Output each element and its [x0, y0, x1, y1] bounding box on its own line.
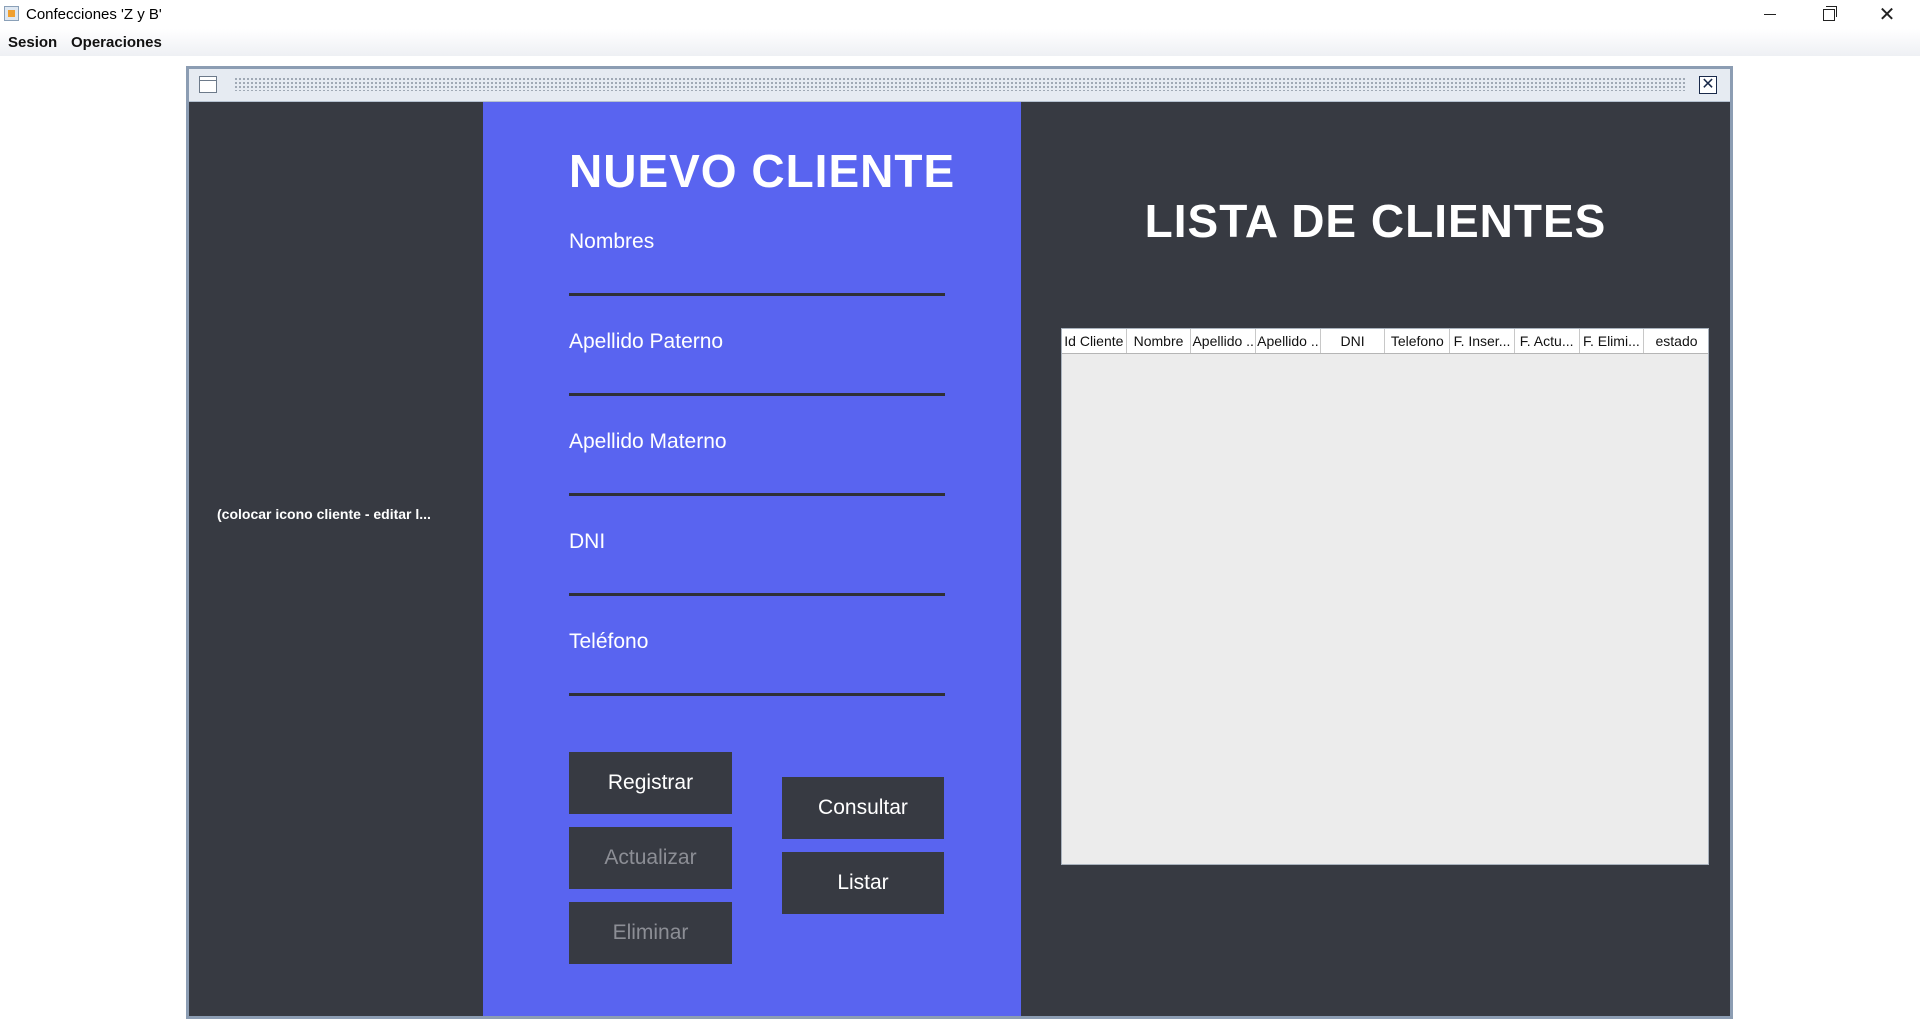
apellido-paterno-label: Apellido Paterno — [569, 330, 724, 353]
clientes-table[interactable]: Id Cliente Nombre Apellido .. Apellido .… — [1061, 328, 1709, 865]
column-header-fecha-actualizacion[interactable]: F. Actu... — [1515, 329, 1580, 353]
nuevo-cliente-form: NUEVO CLIENTE Nombres Apellido Paterno A… — [483, 102, 1021, 1016]
client-icon-panel: (colocar icono cliente - editar l... — [189, 102, 483, 1016]
actualizar-button[interactable]: Actualizar — [569, 827, 732, 889]
registrar-button[interactable]: Registrar — [569, 752, 732, 814]
listar-button[interactable]: Listar — [782, 852, 944, 914]
menu-operaciones[interactable]: Operaciones — [65, 32, 168, 53]
window-title-bar: Confecciones 'Z y B' ✕ — [0, 0, 1920, 29]
lista-clientes-panel: LISTA DE CLIENTES Id Cliente Nombre Apel… — [1021, 102, 1730, 1016]
menu-sesion[interactable]: Sesion — [2, 32, 63, 53]
form-title: NUEVO CLIENTE — [569, 145, 956, 197]
telefono-label: Teléfono — [569, 630, 649, 653]
dni-label: DNI — [569, 530, 606, 553]
table-header: Id Cliente Nombre Apellido .. Apellido .… — [1062, 329, 1708, 354]
frame-content: (colocar icono cliente - editar l... NUE… — [189, 102, 1730, 1016]
column-header-telefono[interactable]: Telefono — [1385, 329, 1451, 353]
column-header-fecha-insercion[interactable]: F. Inser... — [1450, 329, 1515, 353]
client-icon-placeholder: (colocar icono cliente - editar l... — [217, 506, 431, 522]
window-title: Confecciones 'Z y B' — [26, 6, 162, 23]
dni-field[interactable] — [569, 562, 945, 596]
telefono-field[interactable] — [569, 662, 945, 696]
column-header-apellido-materno[interactable]: Apellido .. — [1256, 329, 1321, 353]
table-body[interactable] — [1062, 354, 1708, 864]
column-header-dni[interactable]: DNI — [1321, 329, 1386, 353]
frame-close-icon[interactable]: ✕ — [1699, 76, 1717, 94]
minimize-icon[interactable] — [1741, 0, 1799, 29]
column-header-apellido-paterno[interactable]: Apellido .. — [1191, 329, 1257, 353]
apellido-materno-field[interactable] — [569, 462, 945, 496]
apellido-materno-label: Apellido Materno — [569, 430, 727, 453]
internal-frame-title-bar[interactable]: ✕ — [189, 69, 1730, 102]
menu-bar: Sesion Operaciones — [0, 29, 1920, 56]
java-app-icon — [4, 6, 19, 21]
close-icon[interactable]: ✕ — [1858, 0, 1916, 29]
column-header-fecha-eliminacion[interactable]: F. Elimi... — [1580, 329, 1645, 353]
restore-icon[interactable] — [1800, 0, 1858, 29]
eliminar-button[interactable]: Eliminar — [569, 902, 732, 964]
column-header-estado[interactable]: estado — [1644, 329, 1709, 353]
nombres-field[interactable] — [569, 262, 945, 296]
column-header-nombre[interactable]: Nombre — [1127, 329, 1192, 353]
apellido-paterno-field[interactable] — [569, 362, 945, 396]
frame-window-icon — [199, 76, 217, 93]
list-title: LISTA DE CLIENTES — [1144, 195, 1607, 247]
nombres-label: Nombres — [569, 230, 655, 253]
clientes-internal-frame: ✕ (colocar icono cliente - editar l... N… — [186, 66, 1733, 1019]
title-bar-grip[interactable] — [234, 77, 1686, 91]
consultar-button[interactable]: Consultar — [782, 777, 944, 839]
column-header-id-cliente[interactable]: Id Cliente — [1062, 329, 1127, 353]
